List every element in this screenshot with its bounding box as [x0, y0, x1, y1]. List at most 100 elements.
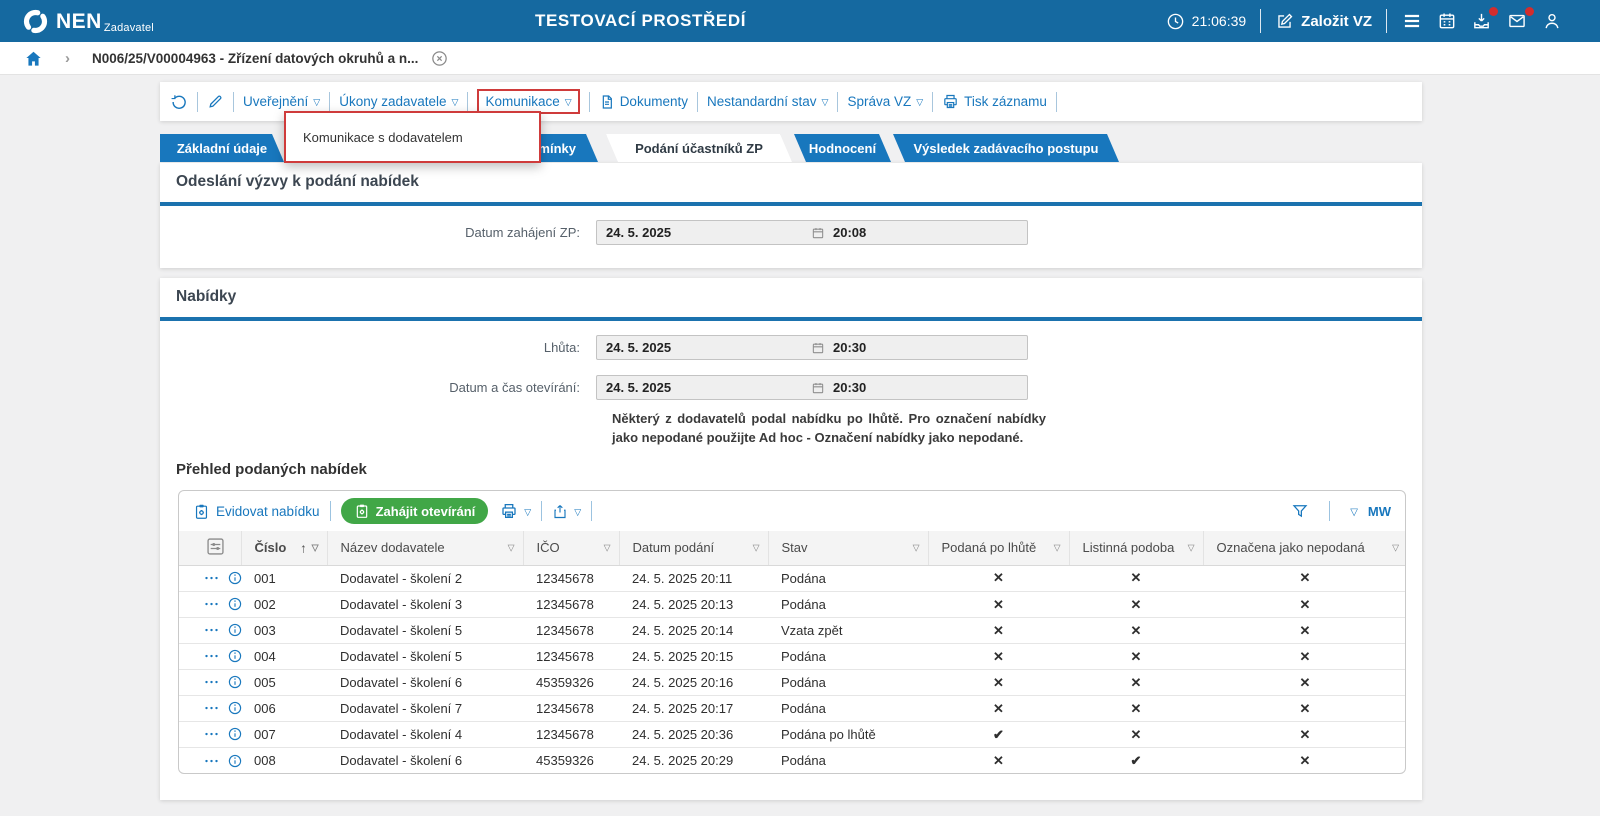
profile-button[interactable] [1542, 11, 1562, 31]
row-info-button[interactable] [227, 674, 243, 690]
tab-label: Výsledek zadávacího postupu [914, 141, 1099, 156]
breadcrumb-item[interactable]: N006/25/V00004963 - Zřízení datových okr… [92, 51, 418, 66]
zahajit-oteviranie-button[interactable]: Zahájit otevírání [341, 498, 489, 524]
ellipsis-icon [204, 730, 219, 738]
toolbar-item-nestandardni-stav[interactable]: Nestandardní stav ▽ [707, 94, 828, 109]
column-header-oznacena-jako-nepodana[interactable]: Označena jako nepodaná ▽ [1203, 531, 1406, 565]
download-badge [1489, 7, 1498, 16]
edit-button[interactable] [207, 93, 224, 110]
history-button[interactable] [170, 93, 188, 111]
lhuta-input[interactable]: 24. 5. 2025 20:30 [596, 335, 1028, 360]
export-icon [552, 503, 568, 520]
filter-button[interactable] [1291, 502, 1309, 520]
filter-caret-icon[interactable]: ▽ [1054, 542, 1061, 553]
row-actions-button[interactable] [204, 730, 219, 738]
column-header-nazev-dodavatele[interactable]: Název dodavatele ▽ [327, 531, 523, 565]
nen-logo[interactable]: NEN Zadavatel [22, 8, 154, 35]
table-row[interactable]: 001 Dodavatel - školení 2 12345678 24. 5… [179, 565, 1406, 592]
row-actions-button[interactable] [204, 600, 219, 608]
messages-button[interactable] [1506, 11, 1528, 31]
tab-zakladni-udaje[interactable]: Základní údaje [160, 134, 284, 162]
datum-oteviranie-input[interactable]: 24. 5. 2025 20:30 [596, 375, 1028, 400]
filter-caret-icon[interactable]: ▽ [913, 542, 920, 553]
downloads-button[interactable] [1471, 11, 1492, 31]
table-row[interactable]: 002 Dodavatel - školení 3 12345678 24. 5… [179, 592, 1406, 618]
export-button[interactable]: ▽ [552, 503, 581, 520]
home-button[interactable] [24, 49, 43, 68]
filter-caret-icon[interactable]: ▽ [312, 542, 319, 553]
table-row[interactable]: 003 Dodavatel - školení 5 12345678 24. 5… [179, 618, 1406, 644]
column-header-listinna-podoba[interactable]: Listinná podoba ▽ [1069, 531, 1203, 565]
evidovat-nabidku-button[interactable]: Evidovat nabídku [193, 503, 320, 520]
cell-stav: Podána po lhůtě [768, 722, 928, 748]
table-row[interactable]: 006 Dodavatel - školení 7 12345678 24. 5… [179, 696, 1406, 722]
offers-header-row: Číslo ↑ ▽ Název dodavatele ▽ IČO [179, 531, 1406, 565]
print-table-button[interactable]: ▽ [500, 502, 531, 520]
column-settings-button[interactable] [205, 536, 226, 557]
row-actions-button[interactable] [204, 757, 219, 765]
view-dropdown-button[interactable]: ▽ [1350, 507, 1358, 518]
breadcrumb-close-button[interactable] [430, 49, 449, 68]
row-actions-button[interactable] [204, 704, 219, 712]
column-header-cislo[interactable]: Číslo ↑ ▽ [241, 531, 327, 565]
cell-stav: Podána [768, 670, 928, 696]
funnel-icon [1291, 502, 1309, 520]
table-row[interactable]: 008 Dodavatel - školení 6 45359326 24. 5… [179, 748, 1406, 774]
cell-ico: 12345678 [523, 618, 619, 644]
filter-caret-icon[interactable]: ▽ [1392, 542, 1399, 553]
filter-caret-icon[interactable]: ▽ [604, 542, 611, 553]
table-row[interactable]: 004 Dodavatel - školení 5 12345678 24. 5… [179, 644, 1406, 670]
tab-vysledek-zadavaciho-postupu[interactable]: Výsledek zadávacího postupu [893, 134, 1119, 162]
cell-listinna-podoba: ✔ [1069, 748, 1203, 774]
row-actions-button[interactable] [204, 652, 219, 660]
table-row[interactable]: 007 Dodavatel - školení 4 12345678 24. 5… [179, 722, 1406, 748]
column-header-ico[interactable]: IČO ▽ [523, 531, 619, 565]
cell-podana-po-lhute: ✕ [928, 592, 1069, 618]
toolbar-item-tisk-zaznamu[interactable]: Tisk záznamu [942, 93, 1047, 110]
filter-caret-icon[interactable]: ▽ [1188, 542, 1195, 553]
cell-ico: 12345678 [523, 722, 619, 748]
cell-datum-podani: 24. 5. 2025 20:36 [619, 722, 768, 748]
column-label: Číslo [255, 540, 287, 555]
row-info-button[interactable] [227, 700, 243, 716]
row-actions-button[interactable] [204, 626, 219, 634]
hamburger-icon [1401, 11, 1423, 31]
filter-caret-icon[interactable]: ▽ [753, 542, 760, 553]
sort-asc-icon[interactable]: ↑ [300, 540, 307, 555]
row-info-button[interactable] [227, 648, 243, 664]
view-mw-label[interactable]: MW [1368, 504, 1391, 519]
row-info-button[interactable] [227, 753, 243, 769]
create-vz-button[interactable]: Založit VZ [1275, 12, 1372, 31]
column-header-datum-podani[interactable]: Datum podání ▽ [619, 531, 768, 565]
row-actions-button[interactable] [204, 678, 219, 686]
column-header-stav[interactable]: Stav ▽ [768, 531, 928, 565]
clock: 21:06:39 [1166, 12, 1247, 31]
toolbar-item-dokumenty[interactable]: Dokumenty [599, 94, 688, 110]
toolbar-item-uverejneni[interactable]: Uveřejnění ▽ [243, 94, 320, 109]
offers-table: Číslo ↑ ▽ Název dodavatele ▽ IČO [179, 531, 1406, 774]
toolbar-item-sprava-vz[interactable]: Správa VZ ▽ [847, 94, 923, 109]
menu-item-komunikace-s-dodavatelem[interactable]: Komunikace s dodavatelem [303, 130, 463, 145]
column-header-podana-po-lhute[interactable]: Podaná po lhůtě ▽ [928, 531, 1069, 565]
toolbar-item-label: Tisk záznamu [964, 94, 1047, 109]
cell-cislo: 007 [241, 722, 327, 748]
table-row[interactable]: 005 Dodavatel - školení 6 45359326 24. 5… [179, 670, 1406, 696]
tab-hodnoceni[interactable]: Hodnocení [794, 134, 891, 162]
ellipsis-icon [204, 626, 219, 634]
column-label: IČO [537, 540, 560, 555]
filter-caret-icon[interactable]: ▽ [508, 542, 515, 553]
row-info-button[interactable] [227, 596, 243, 612]
calendar-button[interactable] [1437, 11, 1457, 31]
tab-podani-ucastniku-zp[interactable]: Podání účastníků ZP [606, 134, 792, 162]
mail-icon [1506, 11, 1528, 31]
row-actions-button[interactable] [204, 574, 219, 582]
row-info-button[interactable] [227, 726, 243, 742]
row-info-button[interactable] [227, 570, 243, 586]
menu-button[interactable] [1401, 11, 1423, 31]
cell-listinna-podoba: ✕ [1069, 670, 1203, 696]
datum-zahajeni-input[interactable]: 24. 5. 2025 20:08 [596, 220, 1028, 245]
cell-podana-po-lhute: ✔ [928, 722, 1069, 748]
toolbar-item-label: Dokumenty [620, 94, 688, 109]
toolbar-item-ukony-zadavatele[interactable]: Úkony zadavatele ▽ [339, 94, 458, 109]
row-info-button[interactable] [227, 622, 243, 638]
